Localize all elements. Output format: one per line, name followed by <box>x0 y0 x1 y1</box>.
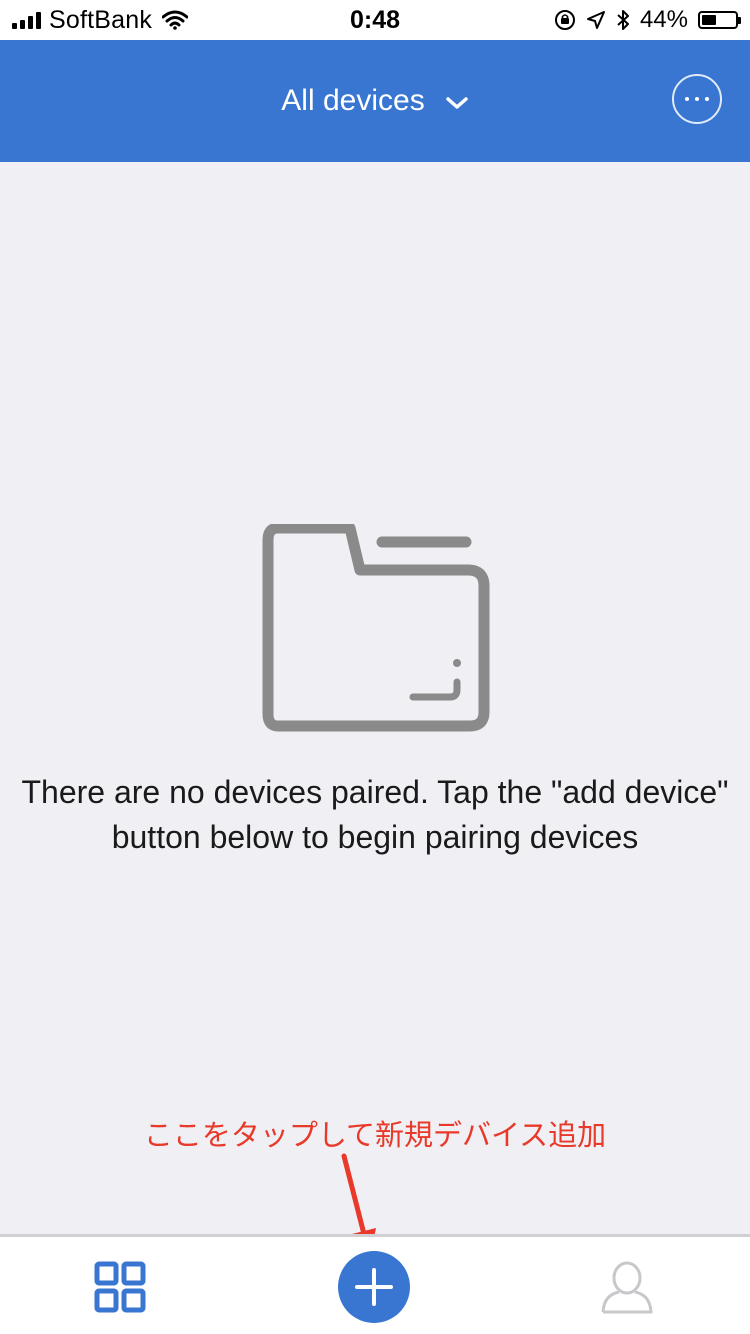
location-icon <box>586 11 605 29</box>
orientation-lock-icon <box>554 10 575 30</box>
add-device-button[interactable] <box>338 1251 410 1323</box>
device-filter-dropdown[interactable]: All devices <box>0 40 750 162</box>
tab-bar <box>0 1234 750 1334</box>
chevron-down-icon <box>445 97 468 109</box>
battery-percent: 44% <box>639 6 688 33</box>
empty-folder-icon <box>262 524 490 732</box>
page-title: All devices <box>281 84 425 117</box>
battery-level <box>702 15 716 25</box>
bluetooth-icon <box>617 10 629 30</box>
grid-icon[interactable] <box>94 1261 146 1313</box>
annotation-text: ここをタップして新規デバイス追加 <box>143 1118 607 1152</box>
more-icon-dot <box>685 97 689 101</box>
more-icon-dot <box>695 97 699 101</box>
plus-icon <box>355 1268 393 1306</box>
nav-bar: All devices <box>0 40 750 162</box>
more-icon-dot <box>705 97 709 101</box>
status-bar: SoftBank 0:48 44% <box>0 0 750 40</box>
battery-icon <box>698 11 741 29</box>
more-options-button[interactable] <box>672 74 722 124</box>
user-icon[interactable] <box>600 1259 654 1315</box>
status-bar-right: 44% <box>554 0 741 40</box>
empty-state-message: There are no devices paired. Tap the "ad… <box>21 774 729 855</box>
